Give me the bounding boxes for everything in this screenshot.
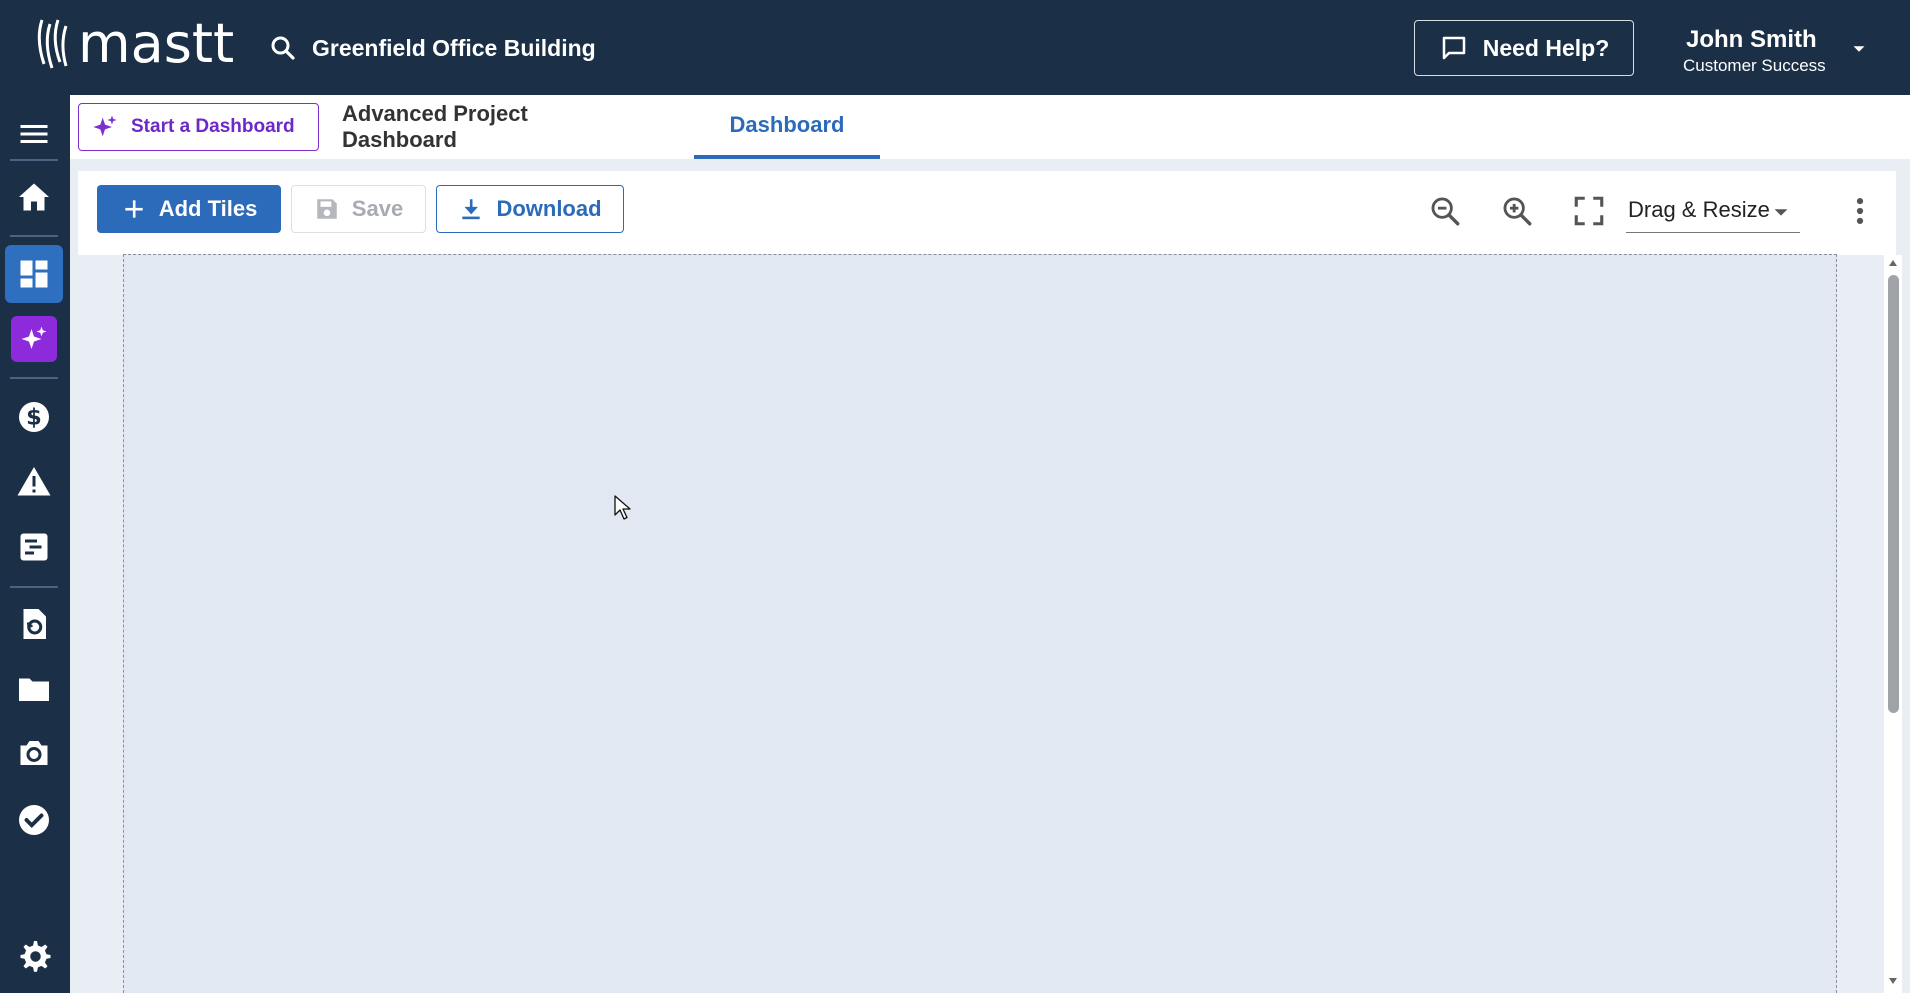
- tab-advanced-project-dashboard[interactable]: Advanced Project Dashboard: [342, 95, 632, 159]
- caret-down-icon: [1774, 209, 1788, 216]
- folder-icon: [19, 678, 49, 701]
- download-icon: [462, 199, 481, 220]
- ai-sparkle-icon: [93, 115, 117, 137]
- sidebar-item-files[interactable]: [5, 660, 63, 718]
- sidebar-item-home[interactable]: [5, 168, 63, 226]
- tab-dashboard[interactable]: Dashboard: [694, 95, 880, 159]
- caret-down-icon: [1853, 46, 1865, 52]
- ai-sparkle-icon: [21, 326, 47, 349]
- dashboard-toolbar: Add Tiles Save Download Drag & Resize: [78, 171, 1896, 255]
- save-label: Save: [351, 196, 404, 221]
- scroll-thumb[interactable]: [1888, 275, 1899, 713]
- menu-icon: [20, 125, 48, 143]
- project-search[interactable]: Greenfield Office Building: [268, 30, 596, 66]
- zoom-in-icon: [1503, 197, 1532, 226]
- download-button[interactable]: Download: [436, 185, 624, 233]
- sidebar-item-ai[interactable]: [11, 316, 57, 362]
- chat-icon: [1442, 36, 1465, 60]
- canvas-scrollbar[interactable]: [1884, 255, 1902, 993]
- sidebar-divider: [10, 586, 58, 588]
- logo-mark-icon: [37, 19, 68, 69]
- left-sidebar: $: [0, 95, 68, 993]
- tab-label: Dashboard: [729, 112, 845, 137]
- main-content: Start a Dashboard Advanced Project Dashb…: [70, 95, 1910, 993]
- zoom-out-icon: [1431, 197, 1460, 226]
- scroll-up-arrow-icon[interactable]: [1887, 257, 1899, 269]
- add-tiles-button[interactable]: Add Tiles: [97, 185, 281, 233]
- camera-icon: [20, 741, 48, 765]
- dashboard-canvas[interactable]: [123, 254, 1837, 993]
- layout-mode-select[interactable]: Drag & Resize: [1626, 189, 1800, 233]
- home-icon: [19, 183, 49, 211]
- start-dashboard-button[interactable]: Start a Dashboard: [78, 103, 319, 151]
- top-bar: mastt Greenfield Office Building Need He…: [0, 0, 1910, 95]
- svg-text:$: $: [26, 405, 42, 431]
- layout-mode-value: Drag & Resize: [1628, 197, 1770, 222]
- project-name: Greenfield Office Building: [312, 34, 596, 61]
- gear-icon: [20, 941, 51, 972]
- check-circle-icon: [19, 805, 49, 835]
- more-options-button[interactable]: [1842, 193, 1878, 229]
- save-icon: [317, 199, 337, 219]
- save-button[interactable]: Save: [291, 185, 426, 233]
- user-name: John Smith: [1686, 26, 1817, 53]
- download-label: Download: [496, 196, 602, 221]
- zoom-in-button[interactable]: [1499, 193, 1535, 229]
- sidebar-item-tasks[interactable]: [5, 791, 63, 849]
- sidebar-item-costs[interactable]: $: [5, 388, 63, 446]
- user-menu[interactable]: John Smith Customer Success: [1680, 24, 1880, 76]
- need-help-button[interactable]: Need Help?: [1414, 20, 1634, 76]
- sidebar-item-schedule[interactable]: [5, 518, 63, 576]
- plus-icon: [125, 200, 143, 218]
- logo-text: mastt: [78, 12, 235, 75]
- sidebar-item-risks[interactable]: [5, 453, 63, 511]
- dashboard-icon: [20, 260, 48, 288]
- user-role: Customer Success: [1683, 56, 1826, 75]
- sidebar-divider: [10, 377, 58, 379]
- sidebar-divider: [10, 159, 58, 161]
- scroll-down-arrow-icon[interactable]: [1887, 975, 1899, 987]
- add-tiles-label: Add Tiles: [158, 196, 258, 221]
- gantt-icon: [20, 533, 48, 561]
- search-icon: [271, 36, 295, 60]
- sidebar-divider: [10, 235, 58, 237]
- fullscreen-icon: [1574, 196, 1604, 226]
- dollar-icon: $: [19, 402, 49, 432]
- sidebar-item-changes[interactable]: [5, 595, 63, 653]
- dashboard-tabs: Start a Dashboard Advanced Project Dashb…: [70, 95, 1910, 159]
- mouse-cursor-icon: [614, 495, 631, 520]
- sidebar-item-settings[interactable]: [5, 927, 63, 985]
- zoom-out-button[interactable]: [1427, 193, 1463, 229]
- sidebar-item-photos[interactable]: [5, 724, 63, 782]
- more-vertical-icon: [1856, 197, 1864, 225]
- start-dashboard-label: Start a Dashboard: [131, 116, 295, 137]
- need-help-label: Need Help?: [1482, 34, 1610, 61]
- mastt-logo[interactable]: mastt: [36, 14, 234, 74]
- menu-toggle[interactable]: [5, 105, 63, 163]
- document-history-icon: [23, 609, 46, 639]
- tab-label: Advanced Project Dashboard: [342, 101, 528, 152]
- sidebar-item-dashboard[interactable]: [5, 245, 63, 303]
- fullscreen-button[interactable]: [1571, 193, 1607, 229]
- warning-icon: [17, 467, 51, 496]
